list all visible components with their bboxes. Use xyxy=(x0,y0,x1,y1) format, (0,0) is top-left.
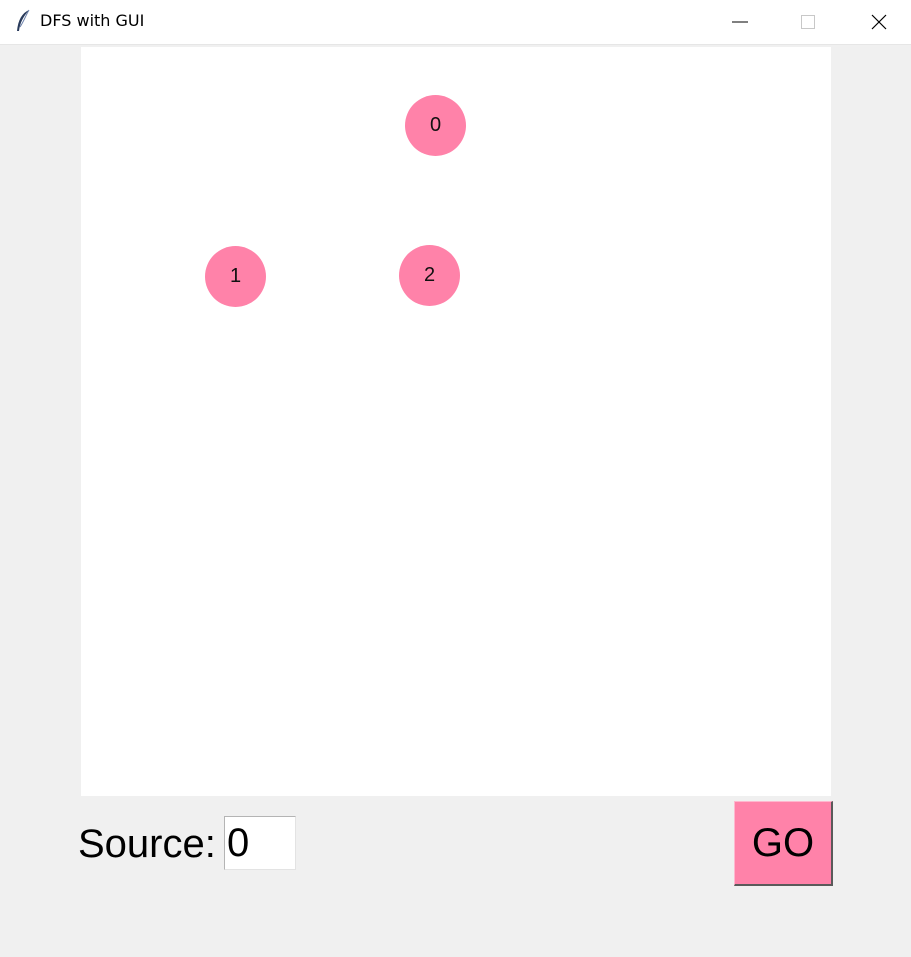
title-bar: DFS with GUI xyxy=(0,0,911,45)
node-label: 1 xyxy=(229,265,242,287)
source-label: Source: xyxy=(78,822,216,866)
feather-icon xyxy=(17,9,30,31)
close-icon xyxy=(871,14,887,30)
close-button[interactable] xyxy=(856,0,902,44)
graph-node[interactable]: 1 xyxy=(205,246,266,307)
minimize-icon xyxy=(732,21,748,23)
graph-canvas[interactable]: 0 1 2 xyxy=(81,47,831,796)
graph-node[interactable]: 2 xyxy=(399,245,460,306)
app-window: DFS with GUI 0 1 2 Source: 0 GO xyxy=(0,0,911,957)
node-label: 2 xyxy=(423,264,436,286)
go-button-label: GO xyxy=(751,820,815,865)
window-title: DFS with GUI xyxy=(40,11,145,30)
maximize-icon xyxy=(801,15,815,29)
maximize-button[interactable] xyxy=(785,0,831,44)
graph-node[interactable]: 0 xyxy=(405,95,466,156)
minimize-button[interactable] xyxy=(717,0,763,44)
go-button[interactable]: GO xyxy=(734,801,833,886)
source-input[interactable] xyxy=(224,816,296,870)
node-label: 0 xyxy=(429,114,442,136)
